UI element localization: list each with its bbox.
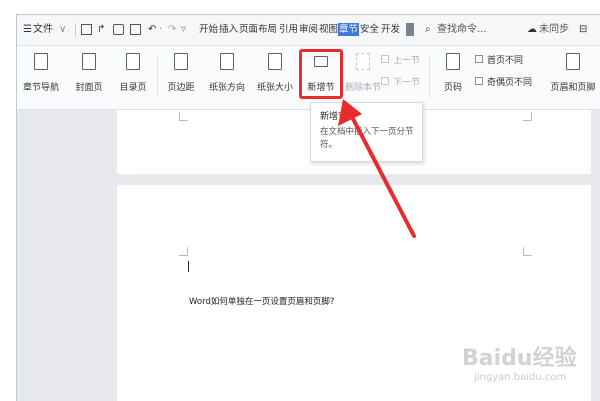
baidu-watermark: Baidu经验: [462, 346, 577, 371]
watermark-url: jingyan.baidu.com: [474, 372, 567, 383]
